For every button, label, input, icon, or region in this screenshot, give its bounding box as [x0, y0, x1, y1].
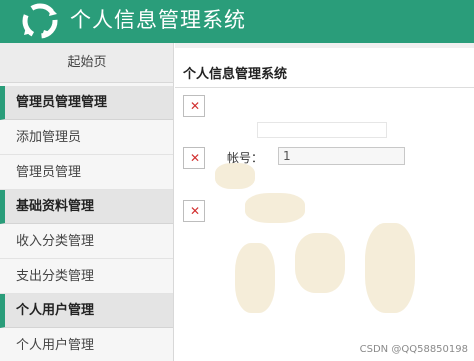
title-divider — [175, 87, 474, 88]
broken-image-icon: ✕ — [183, 200, 205, 222]
background-decoration — [235, 243, 275, 313]
sidebar-section-admin[interactable]: 管理员管理管理 — [0, 86, 173, 120]
page-title: 个人信息管理系统 — [183, 67, 288, 82]
background-decoration — [365, 223, 415, 313]
watermark-text: CSDN @QQ58850198 — [359, 344, 468, 355]
red-x-icon: ✕ — [189, 204, 201, 218]
sidebar-item-admin-management[interactable]: 管理员管理 — [0, 155, 173, 190]
background-decoration — [245, 193, 305, 223]
account-input[interactable] — [278, 147, 405, 165]
sidebar: 起始页 管理员管理管理 添加管理员 管理员管理 基础资料管理 收入分类管理 支出… — [0, 43, 174, 361]
account-label: 帐号： — [227, 151, 264, 165]
sidebar-section-basic-data[interactable]: 基础资料管理 — [0, 190, 173, 224]
faded-field — [257, 122, 387, 138]
home-tab[interactable]: 起始页 — [0, 43, 173, 83]
sidebar-section-personal-user[interactable]: 个人用户管理 — [0, 294, 173, 328]
background-decoration — [215, 163, 255, 189]
sidebar-item-expense-category[interactable]: 支出分类管理 — [0, 259, 173, 294]
sidebar-item-add-admin[interactable]: 添加管理员 — [0, 120, 173, 155]
recycle-logo-icon — [22, 3, 58, 39]
background-decoration — [295, 233, 345, 293]
sidebar-item-personal-user-management[interactable]: 个人用户管理 — [0, 328, 173, 361]
main-top-strip — [175, 43, 474, 48]
broken-image-icon: ✕ — [183, 95, 205, 117]
app-header: 个人信息管理系统 — [0, 0, 474, 43]
broken-image-icon: ✕ — [183, 147, 205, 169]
sidebar-item-income-category[interactable]: 收入分类管理 — [0, 224, 173, 259]
red-x-icon: ✕ — [189, 151, 201, 165]
app-title: 个人信息管理系统 — [70, 8, 246, 32]
red-x-icon: ✕ — [189, 99, 201, 113]
main-content: 个人信息管理系统 ✕ ✕ 帐号： ✕ — [175, 43, 474, 361]
